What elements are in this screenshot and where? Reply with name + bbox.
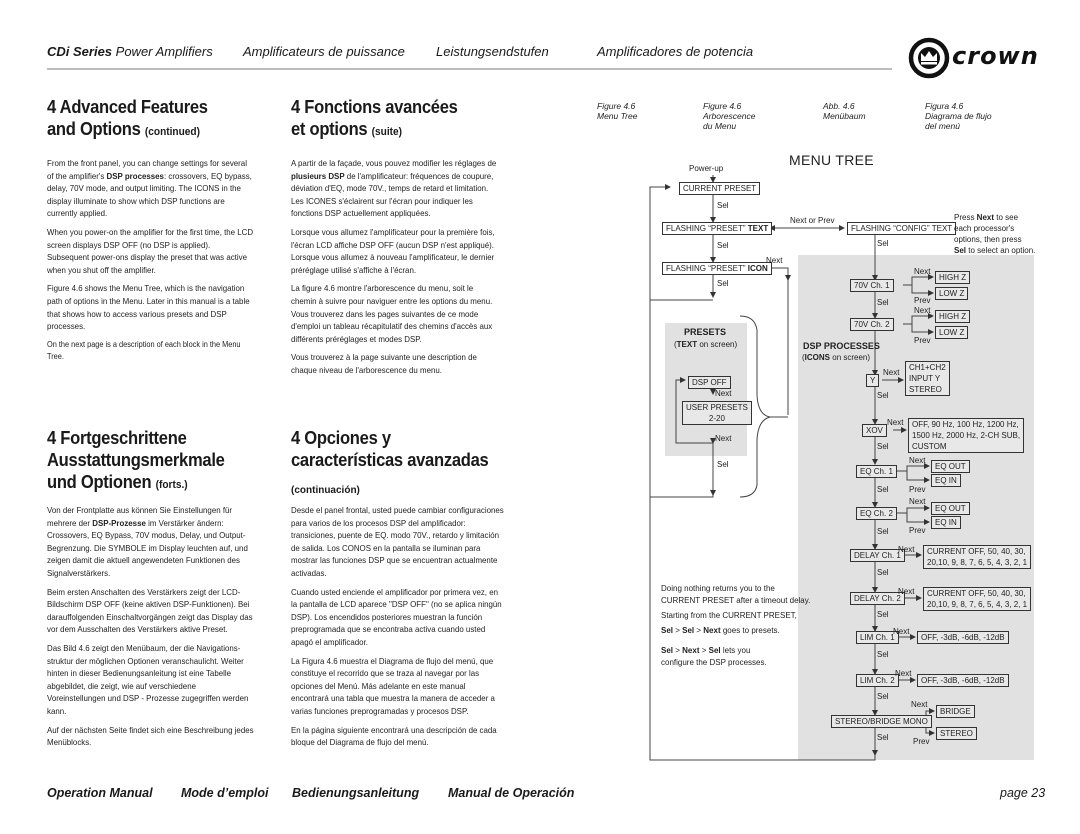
label-next: Next xyxy=(887,418,904,427)
node-lim-ch2: LIM Ch. 2 xyxy=(856,674,899,687)
options-lim-ch1: OFF, -3dB, -6dB, -12dB xyxy=(917,631,1009,644)
label-next: Next xyxy=(898,587,915,596)
label-next: Next xyxy=(909,497,926,506)
options-xov: OFF, 90 Hz, 100 Hz, 1200 Hz, 1500 Hz, 200… xyxy=(908,418,1025,453)
footer-en: Operation Manual xyxy=(47,786,153,800)
label-prev: Prev xyxy=(909,485,926,494)
label-next: Next xyxy=(715,434,732,443)
label-next: Next xyxy=(898,545,915,554)
diagram-notes: Doing nothing returns you to the CURRENT… xyxy=(661,583,810,668)
label-prev: Prev xyxy=(914,336,931,345)
label-next: Next xyxy=(893,627,910,636)
label-sel: Sel xyxy=(877,692,889,701)
node-70v-ch1: 70V Ch. 1 xyxy=(850,279,894,292)
label-sel: Sel xyxy=(877,391,889,400)
label-sel: Sel xyxy=(717,241,729,250)
option-stereo: STEREO xyxy=(936,727,977,740)
options-lim-ch2: OFF, -3dB, -6dB, -12dB xyxy=(917,674,1009,687)
label-sel: Sel xyxy=(877,733,889,742)
note-configure-dsp-2: configure the DSP processes. xyxy=(661,657,767,667)
label-sel: Sel xyxy=(877,527,889,536)
page-number: page 23 xyxy=(1000,786,1046,800)
options-delay-ch1: CURRENT OFF, 50, 40, 30, 20,10, 9, 8, 7, … xyxy=(923,545,1032,569)
dsp-processes-subtitle: (ICONS on screen) xyxy=(802,353,871,362)
label-prev: Prev xyxy=(909,526,926,535)
option-eq-in: EQ IN xyxy=(931,474,961,487)
label-sel: Sel xyxy=(877,239,889,248)
option-bridge: BRIDGE xyxy=(936,705,975,718)
presets-title: PRESETS xyxy=(684,327,727,337)
node-stereo-bridge-mono: STEREO/BRIDGE MONO xyxy=(831,715,932,728)
options-y: CH1+CH2 INPUT Y STEREO xyxy=(905,361,950,396)
label-sel: Sel xyxy=(877,485,889,494)
label-sel: Sel xyxy=(877,610,889,619)
node-current-preset: CURRENT PRESET xyxy=(679,182,761,195)
label-next: Next xyxy=(914,306,931,315)
option-eq-out: EQ OUT xyxy=(931,502,970,515)
footer-es: Manual de Operación xyxy=(448,786,575,800)
note-starting: Starting from the CURRENT PRESET, xyxy=(661,611,797,620)
label-prev: Prev xyxy=(914,296,931,305)
option-low-z: LOW Z xyxy=(935,287,969,300)
options-delay-ch2: CURRENT OFF, 50, 40, 30, 20,10, 9, 8, 7, … xyxy=(923,587,1032,611)
hint-press-next: Press Next to see each processor's optio… xyxy=(954,213,1036,255)
node-flashing-config-text: FLASHING “CONFIG” TEXT xyxy=(847,222,957,235)
label-next: Next xyxy=(895,669,912,678)
node-eq-ch2: EQ Ch. 2 xyxy=(856,507,897,520)
label-sel: Sel xyxy=(877,442,889,451)
option-eq-in: EQ IN xyxy=(931,516,961,529)
label-sel: Sel xyxy=(877,568,889,577)
dsp-processes-title: DSP PROCESSES xyxy=(803,341,880,351)
option-high-z: HIGH Z xyxy=(935,310,971,323)
label-next: Next xyxy=(766,256,783,265)
label-sel: Sel xyxy=(717,201,729,210)
node-y: Y xyxy=(866,374,880,387)
node-flashing-preset-icon: FLASHING “PRESET” ICON xyxy=(662,262,772,275)
label-sel: Sel xyxy=(717,460,729,469)
node-xov: XOV xyxy=(862,424,887,437)
node-dsp-off: DSP OFF xyxy=(688,376,731,389)
label-power-up: Power-up xyxy=(689,164,724,173)
node-delay-ch1: DELAY Ch. 1 xyxy=(850,549,905,562)
label-sel: Sel xyxy=(877,650,889,659)
node-flashing-preset-text: FLASHING “PRESET” TEXT xyxy=(662,222,773,235)
node-user-presets: USER PRESETS 2-20 xyxy=(682,401,752,425)
label-prev: Prev xyxy=(913,737,930,746)
node-delay-ch2: DELAY Ch. 2 xyxy=(850,592,905,605)
label-sel: Sel xyxy=(877,298,889,307)
note-timeout-1: Doing nothing returns you to the xyxy=(661,584,775,593)
footer-fr: Mode d’emploi xyxy=(181,786,269,800)
label-next: Next xyxy=(911,700,928,709)
option-low-z: LOW Z xyxy=(935,326,969,339)
node-eq-ch1: EQ Ch. 1 xyxy=(856,465,897,478)
node-70v-ch2: 70V Ch. 2 xyxy=(850,318,894,331)
note-goto-presets: Sel > Sel > Next goes to presets. xyxy=(661,625,780,635)
label-next: Next xyxy=(715,389,732,398)
footer-de: Bedienungsanleitung xyxy=(292,786,420,800)
label-next-or-prev: Next or Prev xyxy=(790,216,835,225)
note-timeout-2: CURRENT PRESET after a timeout delay. xyxy=(661,595,811,605)
label-sel: Sel xyxy=(717,279,729,288)
label-next: Next xyxy=(909,456,926,465)
label-next: Next xyxy=(883,368,900,377)
note-configure-dsp: Sel > Next > Sel lets you xyxy=(661,646,751,655)
label-next: Next xyxy=(914,267,931,276)
option-high-z: HIGH Z xyxy=(935,271,971,284)
option-eq-out: EQ OUT xyxy=(931,460,970,473)
presets-subtitle: (TEXT on screen) xyxy=(674,340,738,349)
